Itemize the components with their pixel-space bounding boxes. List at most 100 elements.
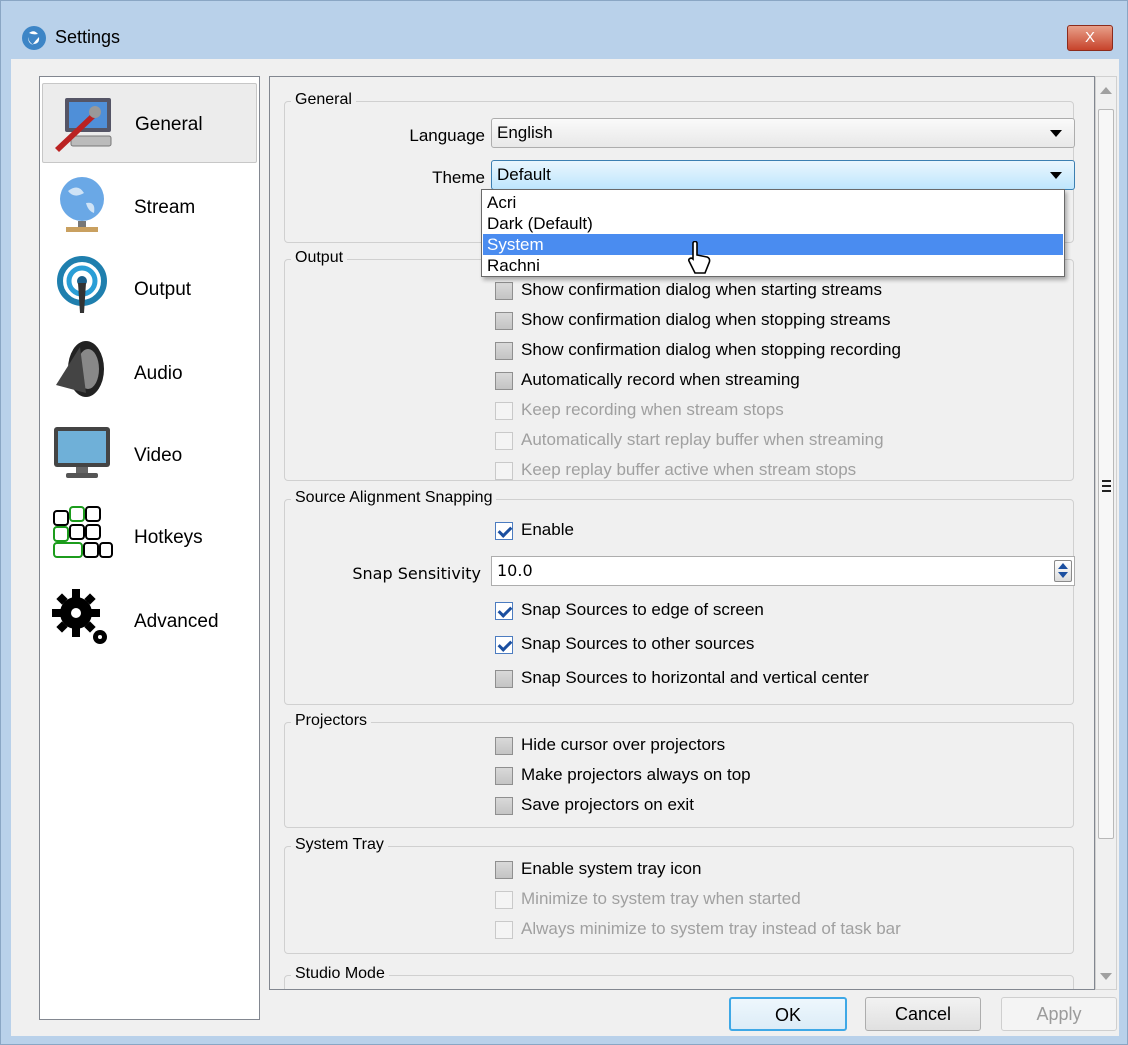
checkbox-label: Minimize to system tray when started [521, 889, 801, 908]
studio-mode-group: Studio Mode [284, 965, 1074, 989]
theme-dropdown-list: Acri Dark (Default) System Rachni [481, 189, 1065, 277]
sidebar-item-advanced[interactable]: Advanced [42, 581, 257, 661]
checkbox-label: Hide cursor over projectors [521, 735, 726, 754]
theme-option[interactable]: Rachni [483, 255, 1063, 276]
sidebar-item-stream[interactable]: Stream [42, 167, 257, 247]
spin-up-icon [1058, 563, 1068, 569]
group-title: Output [291, 249, 348, 267]
snap-sensitivity-input[interactable]: 10.0 [491, 556, 1075, 586]
apply-button[interactable]: Apply [1001, 997, 1117, 1031]
chevron-down-icon [1050, 172, 1062, 179]
checkbox[interactable] [495, 861, 513, 879]
enable-checkbox[interactable] [495, 522, 513, 540]
sidebar-item-output[interactable]: Output [42, 249, 257, 329]
checkbox[interactable] [495, 602, 513, 620]
chevron-down-icon [1050, 130, 1062, 137]
scrollbar-thumb[interactable] [1098, 109, 1114, 839]
checkbox[interactable] [495, 312, 513, 330]
checkbox[interactable] [495, 670, 513, 688]
grip-icon [1102, 480, 1111, 495]
checkbox-label: Show confirmation dialog when starting s… [521, 280, 882, 299]
output-group: Output Show confirmation dialog when sta… [284, 249, 1074, 481]
sidebar-item-label: Output [134, 279, 192, 300]
language-select[interactable]: English [491, 118, 1075, 148]
snapping-group: Source Alignment Snapping Enable Snap Se… [284, 489, 1075, 705]
group-title: Studio Mode [291, 965, 389, 983]
obs-logo-icon [22, 26, 46, 50]
checkbox[interactable] [495, 636, 513, 654]
checkbox[interactable] [495, 891, 513, 909]
sidebar-item-audio[interactable]: Audio [42, 333, 257, 413]
sidebar-item-label: Hotkeys [134, 527, 203, 548]
checkbox[interactable] [495, 921, 513, 939]
system-tray-group: System Tray Enable system tray icon Mini… [284, 836, 1074, 954]
sidebar-item-label: Advanced [134, 611, 219, 632]
checkbox-label: Enable [521, 520, 574, 539]
language-label: Language [409, 126, 485, 145]
spin-buttons[interactable] [1054, 560, 1072, 582]
theme-option[interactable]: Acri [483, 192, 1063, 213]
theme-option[interactable]: Dark (Default) [483, 213, 1063, 234]
checkbox[interactable] [495, 767, 513, 785]
checkbox-label: Automatically start replay buffer when s… [521, 430, 884, 449]
language-value: English [497, 123, 553, 142]
checkbox-label: Enable system tray icon [521, 859, 702, 878]
window-title: Settings [55, 27, 121, 47]
checkbox-label: Keep recording when stream stops [521, 400, 784, 419]
checkbox-label: Keep replay buffer active when stream st… [521, 460, 857, 479]
checkbox[interactable] [495, 342, 513, 360]
checkbox-label: Snap Sources to horizontal and vertical … [521, 668, 869, 687]
scroll-down-icon[interactable] [1100, 973, 1112, 980]
keyboard-keys-icon [53, 506, 113, 558]
broadcast-antenna-icon [57, 256, 107, 313]
cancel-button[interactable]: Cancel [865, 997, 981, 1031]
computer-wrench-icon [55, 98, 112, 152]
gears-icon [52, 589, 107, 644]
theme-option-highlighted[interactable]: System [483, 234, 1063, 255]
checkbox[interactable] [495, 372, 513, 390]
group-title: System Tray [291, 836, 388, 854]
projectors-group: Projectors Hide cursor over projectors M… [284, 712, 1074, 828]
checkbox-label: Show confirmation dialog when stopping r… [521, 340, 901, 359]
ok-button[interactable]: OK [729, 997, 847, 1031]
checkbox[interactable] [495, 797, 513, 815]
sidebar-item-hotkeys[interactable]: Hotkeys [42, 497, 257, 577]
checkbox[interactable] [495, 737, 513, 755]
snap-sensitivity-label: Snap Sensitivity [352, 564, 481, 583]
spin-down-icon [1058, 572, 1068, 578]
checkbox[interactable] [495, 432, 513, 450]
speaker-icon [56, 341, 104, 397]
sidebar-item-label: Video [134, 445, 183, 466]
snap-sensitivity-value: 10.0 [497, 561, 533, 580]
mouse-pointer-icon [688, 241, 711, 274]
settings-sidebar: General Stream Output Audio Video Hotkey… [39, 76, 260, 1020]
close-button[interactable]: X [1067, 25, 1113, 51]
globe-network-icon [60, 177, 104, 232]
title-bar: Settings X [1, 1, 1127, 59]
sidebar-item-general[interactable]: General [42, 83, 257, 163]
settings-window: Settings X General Stream Output Audio V… [0, 0, 1128, 1045]
checkbox-label: Snap Sources to other sources [521, 634, 755, 653]
sidebar-item-label: General [135, 114, 203, 135]
theme-select[interactable]: Default [491, 160, 1075, 190]
theme-value: Default [497, 165, 551, 184]
theme-label: Theme [432, 168, 485, 187]
sidebar-item-label: Stream [134, 197, 196, 218]
scroll-up-icon[interactable] [1100, 87, 1112, 94]
group-title: Projectors [291, 712, 372, 730]
checkbox-label: Show confirmation dialog when stopping s… [521, 310, 891, 329]
checkbox-label: Snap Sources to edge of screen [521, 600, 764, 619]
checkbox-label: Save projectors on exit [521, 795, 694, 814]
monitor-icon [54, 427, 110, 478]
group-title: Source Alignment Snapping [291, 489, 497, 507]
checkbox-label: Always minimize to system tray instead o… [521, 919, 901, 938]
checkbox-label: Make projectors always on top [521, 765, 751, 784]
sidebar-item-label: Audio [134, 363, 183, 384]
checkbox[interactable] [495, 462, 513, 480]
group-title: General [291, 91, 356, 109]
checkbox[interactable] [495, 282, 513, 300]
sidebar-item-video[interactable]: Video [42, 415, 257, 495]
checkbox[interactable] [495, 402, 513, 420]
vertical-scrollbar[interactable] [1095, 76, 1117, 990]
checkbox-label: Automatically record when streaming [521, 370, 800, 389]
